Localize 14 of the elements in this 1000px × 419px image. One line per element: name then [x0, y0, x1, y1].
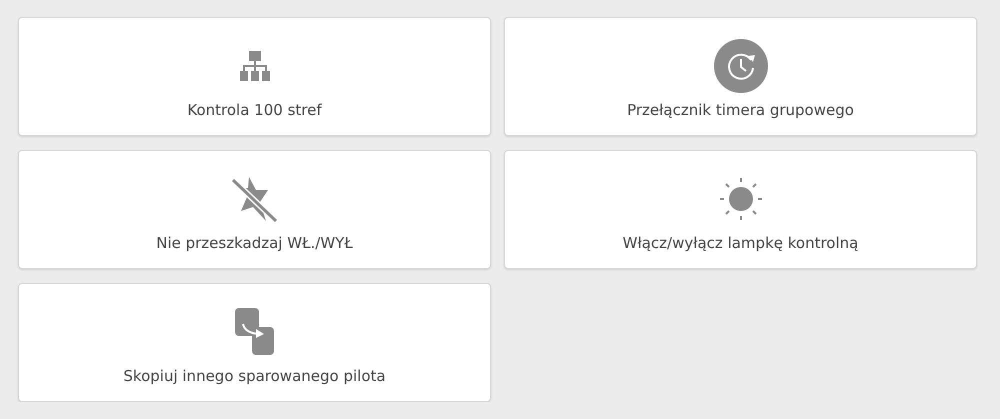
- clock-icon: [714, 38, 768, 92]
- option-label: Kontrola 100 stref: [187, 100, 322, 118]
- option-card[interactable]: Kontrola 100 stref: [18, 17, 491, 136]
- option-card[interactable]: Włącz/wyłącz lampkę kontrolną: [504, 150, 977, 269]
- hierarchy-icon: [238, 50, 270, 82]
- option-label: Włącz/wyłącz lampkę kontrolną: [622, 234, 858, 252]
- option-label: Nie przeszkadzaj WŁ./WYŁ: [156, 234, 353, 252]
- option-card[interactable]: Skopiuj innego sparowanego pilota: [18, 283, 491, 402]
- copy-icon: [234, 306, 276, 356]
- sun-icon: [718, 176, 764, 222]
- option-card[interactable]: Nie przeszkadzaj WŁ./WYŁ: [18, 150, 491, 269]
- option-label: Skopiuj innego sparowanego pilota: [123, 366, 386, 384]
- option-card[interactable]: Przełącznik timera grupowego: [504, 17, 977, 136]
- option-label: Przełącznik timera grupowego: [627, 100, 854, 118]
